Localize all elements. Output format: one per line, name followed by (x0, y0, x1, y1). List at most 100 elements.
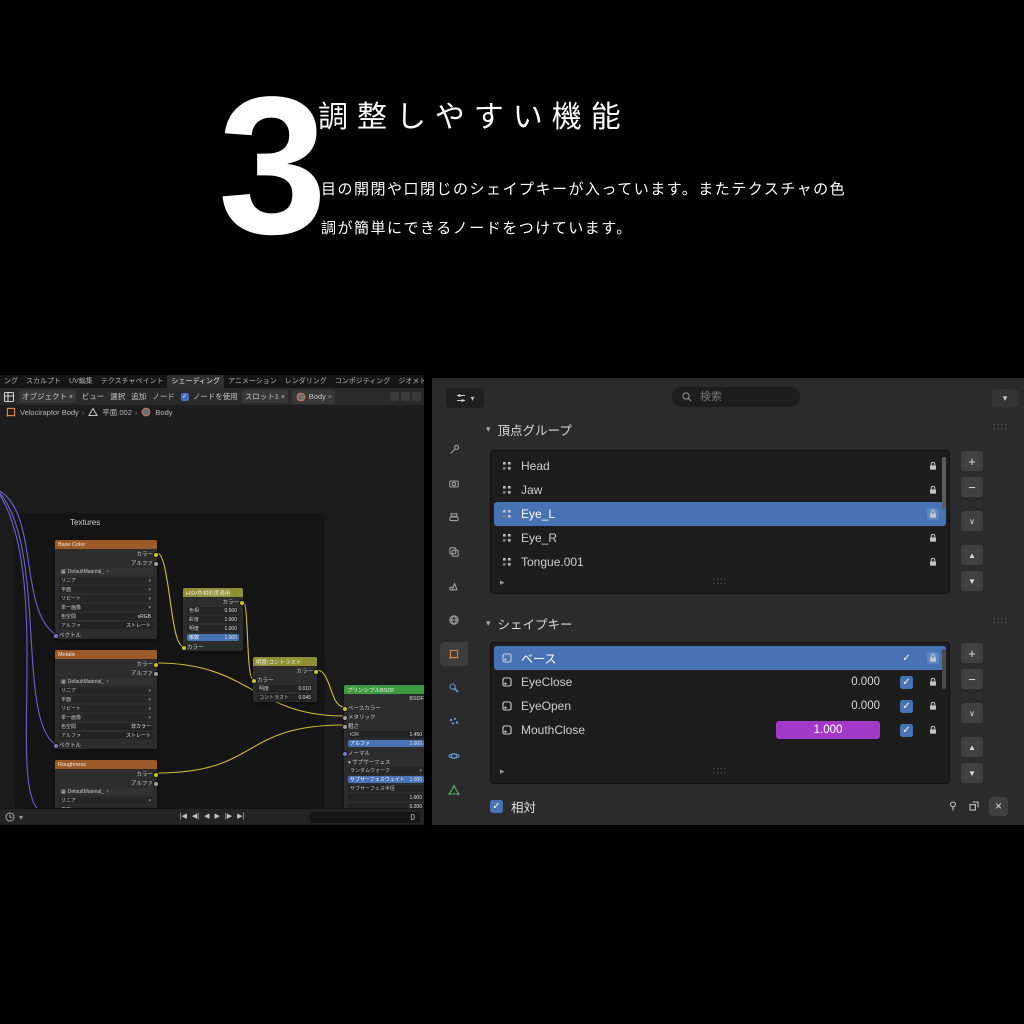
playback-button[interactable]: ◀| (192, 810, 199, 823)
pin-icon[interactable] (947, 800, 959, 812)
properties-tab-particles[interactable] (440, 710, 468, 734)
node-val-row[interactable]: 明度1.000 (183, 624, 243, 633)
move-down-button[interactable]: ▼ (960, 570, 984, 592)
move-down-button[interactable]: ▼ (960, 762, 984, 784)
header-option-icon[interactable] (390, 392, 399, 401)
editor-type-icon[interactable] (3, 391, 15, 403)
node-sel-row[interactable]: 平面▾ (55, 585, 157, 594)
node-principled-bsdf[interactable]: プリンシプルBSDFBSDFベースカラーメタリック粗さIOR1.450アルファ1… (344, 685, 424, 809)
lock-icon[interactable] (927, 676, 939, 688)
specials-menu-button[interactable]: ∨ (960, 510, 984, 532)
node-sel-row[interactable]: 平面▾ (55, 695, 157, 704)
node-img-row[interactable]: ▦DefaultMaterial_× (55, 677, 157, 686)
lock-icon[interactable] (927, 460, 939, 472)
remove-button[interactable]: − (960, 476, 984, 498)
node-kv-row[interactable]: サブサーフェス半径 (344, 784, 424, 793)
specials-menu-button[interactable]: ∨ (960, 702, 984, 724)
shape-key-value[interactable]: 1.000 (776, 721, 880, 739)
node-socket[interactable] (153, 662, 159, 668)
expand-arrow-icon[interactable]: ▸ (500, 766, 505, 777)
node-base-color[interactable]: Base Colorカラーアルファ▦DefaultMaterial_×リニア▾平… (55, 540, 157, 639)
material-selector[interactable]: Body × (292, 390, 336, 404)
node-val-row[interactable]: 明度0.010 (253, 684, 317, 693)
use-nodes-checkbox[interactable]: ✓ (181, 393, 189, 401)
lock-icon[interactable] (927, 484, 939, 496)
properties-tab-object[interactable] (440, 642, 468, 666)
properties-tab-tool[interactable] (440, 438, 468, 462)
panel-grip-icon[interactable]: ∷∷ (993, 616, 1008, 627)
properties-tab-world[interactable] (440, 608, 468, 632)
shape-key-row[interactable]: MouthClose1.000✓ (494, 718, 946, 742)
search-box[interactable] (672, 387, 800, 407)
vertex-group-row[interactable]: Jaw (494, 478, 946, 502)
node-socket[interactable] (153, 781, 159, 787)
node-socket[interactable] (53, 633, 59, 639)
panel-grip-icon[interactable]: ∷∷ (993, 422, 1008, 433)
timeline-left-controls[interactable]: ▾ (4, 811, 23, 823)
menu-item[interactable]: ノード (150, 391, 177, 402)
move-up-button[interactable]: ▲ (960, 736, 984, 758)
node-roughness[interactable]: Roughnessカラーアルファ▦DefaultMaterial_×リニア▾平面… (55, 760, 157, 809)
header-option-icon[interactable] (412, 392, 421, 401)
workspace-tab[interactable]: ジオメトリノード (394, 375, 424, 388)
node-header[interactable]: HSV色相彩度適用 (183, 588, 243, 597)
properties-tab-data[interactable] (440, 778, 468, 802)
node-val-row[interactable]: 1.000 (344, 793, 424, 802)
playback-button[interactable]: ▶| (237, 810, 244, 823)
node-socket[interactable] (239, 600, 245, 606)
node-sel-row[interactable]: リニア▾ (55, 686, 157, 695)
node-socket[interactable] (313, 669, 319, 675)
mute-checkbox[interactable]: ✓ (900, 652, 913, 665)
scrollbar[interactable] (942, 457, 946, 509)
properties-tab-modifier[interactable] (440, 676, 468, 700)
resize-grip-icon[interactable]: ∷∷ (713, 766, 728, 777)
node-bright-contrast[interactable]: 明度/コントラストカラーカラー明度0.010コントラスト0.045 (253, 657, 317, 702)
lock-icon[interactable] (927, 508, 939, 520)
node-header[interactable]: Roughness (55, 760, 157, 769)
node-sel-row[interactable]: 単一画像▾ (55, 713, 157, 722)
mute-checkbox[interactable]: ✓ (900, 724, 913, 737)
frame-number-field[interactable]: 0 (310, 812, 420, 823)
header-option-icon[interactable] (401, 392, 410, 401)
properties-tab-render[interactable] (440, 472, 468, 496)
vertex-group-row[interactable]: Head (494, 454, 946, 478)
add-button[interactable]: + (960, 642, 984, 664)
node-kv-row[interactable]: 色空間非カラー (55, 722, 157, 731)
node-sel-row[interactable]: リニア▾ (55, 796, 157, 805)
node-socket[interactable] (153, 561, 159, 567)
node-kv-row[interactable]: アルファストレート (55, 621, 157, 630)
properties-tab-viewlayer[interactable] (440, 540, 468, 564)
mute-checkbox[interactable]: ✓ (900, 700, 913, 713)
node-socket[interactable] (342, 724, 348, 730)
node-hsv[interactable]: HSV色相彩度適用カラー色相0.500彩度1.000明度1.000係数1.000… (183, 588, 243, 651)
node-socket[interactable] (153, 772, 159, 778)
shape-key-row[interactable]: EyeClose0.000✓ (494, 670, 946, 694)
node-sel-row[interactable]: リニア▾ (55, 576, 157, 585)
remove-button[interactable]: − (960, 668, 984, 690)
properties-tab-scene[interactable] (440, 574, 468, 598)
node-socket[interactable] (53, 743, 59, 749)
mode-dropdown[interactable]: オブジェクト▾ (19, 390, 76, 403)
lock-icon[interactable] (927, 532, 939, 544)
node-header[interactable]: Base Color (55, 540, 157, 549)
resize-grip-icon[interactable]: ∷∷ (713, 577, 728, 588)
node-graph[interactable]: Textures Base Colorカラーアルファ▦DefaultMateri… (0, 419, 424, 809)
node-img-row[interactable]: ▦DefaultMaterial_× (55, 567, 157, 576)
search-input[interactable] (698, 390, 791, 404)
copy-shape-icon[interactable] (968, 800, 980, 812)
node-socket[interactable] (181, 645, 187, 651)
workspace-tab[interactable]: アニメーション (224, 375, 281, 388)
node-header[interactable]: Metalic (55, 650, 157, 659)
node-header[interactable]: 明度/コントラスト (253, 657, 317, 666)
breadcrumb-item[interactable]: 平面.002 (102, 407, 132, 418)
slot-dropdown[interactable]: スロット1▾ (242, 390, 288, 403)
node-socket[interactable] (153, 671, 159, 677)
close-icon[interactable]: × (989, 797, 1008, 816)
mute-checkbox[interactable]: ✓ (900, 676, 913, 689)
menu-item[interactable]: 追加 (129, 391, 148, 402)
vertex-groups-header[interactable]: ▾ 頂点グループ (486, 420, 572, 439)
node-fac-row[interactable]: サブサーフェスウェイト1.000 (344, 775, 424, 784)
lock-icon[interactable] (927, 556, 939, 568)
scrollbar[interactable] (942, 649, 946, 689)
playback-button[interactable]: ▶ (215, 810, 220, 823)
